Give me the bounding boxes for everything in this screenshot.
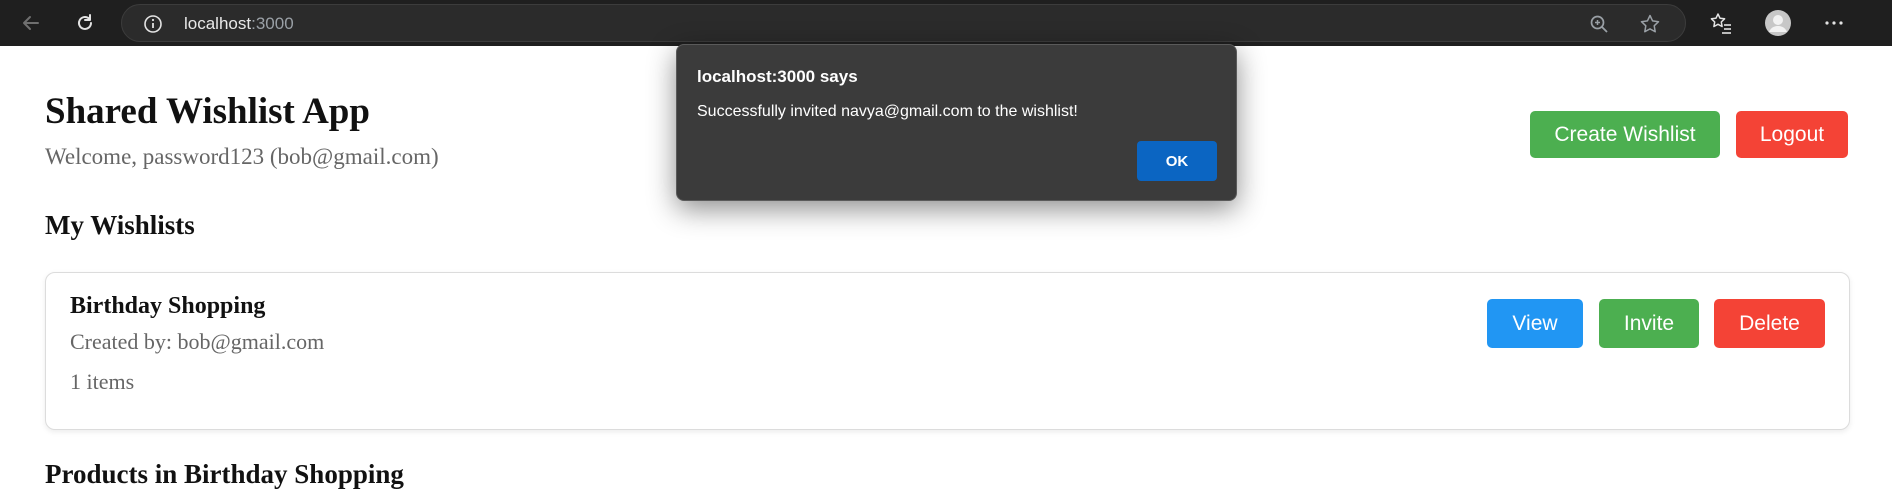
my-wishlists-heading: My Wishlists — [45, 210, 195, 240]
welcome-text: Welcome, password123 (bob@gmail.com) — [45, 144, 439, 169]
app-title: Shared Wishlist App — [45, 91, 370, 132]
dialog-message: Successfully invited navya@gmail.com to … — [697, 103, 1078, 120]
wishlist-item-count: 1 items — [70, 369, 135, 394]
alert-dialog: localhost:3000 says Successfully invited… — [676, 44, 1237, 201]
dialog-title: localhost:3000 says — [697, 67, 858, 86]
more-icon[interactable] — [1820, 9, 1848, 37]
address-bar[interactable]: localhost:3000 — [121, 4, 1686, 42]
back-icon[interactable] — [16, 8, 46, 38]
view-button[interactable]: View — [1487, 299, 1583, 348]
wishlist-created-by: Created by: bob@gmail.com — [70, 329, 325, 354]
wishlist-name: Birthday Shopping — [70, 293, 266, 319]
delete-button[interactable]: Delete — [1714, 299, 1825, 348]
profile-icon[interactable] — [1764, 9, 1792, 37]
wishlist-card: Birthday Shopping Created by: bob@gmail.… — [45, 272, 1850, 430]
url-text: localhost:3000 — [184, 14, 294, 33]
reload-icon[interactable] — [70, 8, 100, 38]
browser-toolbar: localhost:3000 — [0, 0, 1892, 46]
zoom-icon[interactable] — [1588, 13, 1610, 35]
favorites-icon[interactable] — [1707, 9, 1735, 37]
ok-button[interactable]: OK — [1137, 141, 1217, 181]
products-heading: Products in Birthday Shopping — [45, 459, 404, 489]
create-wishlist-button[interactable]: Create Wishlist — [1530, 111, 1720, 158]
favorite-star-icon[interactable] — [1639, 13, 1661, 35]
invite-button[interactable]: Invite — [1599, 299, 1699, 348]
site-info-icon[interactable] — [142, 13, 164, 35]
logout-button[interactable]: Logout — [1736, 111, 1848, 158]
